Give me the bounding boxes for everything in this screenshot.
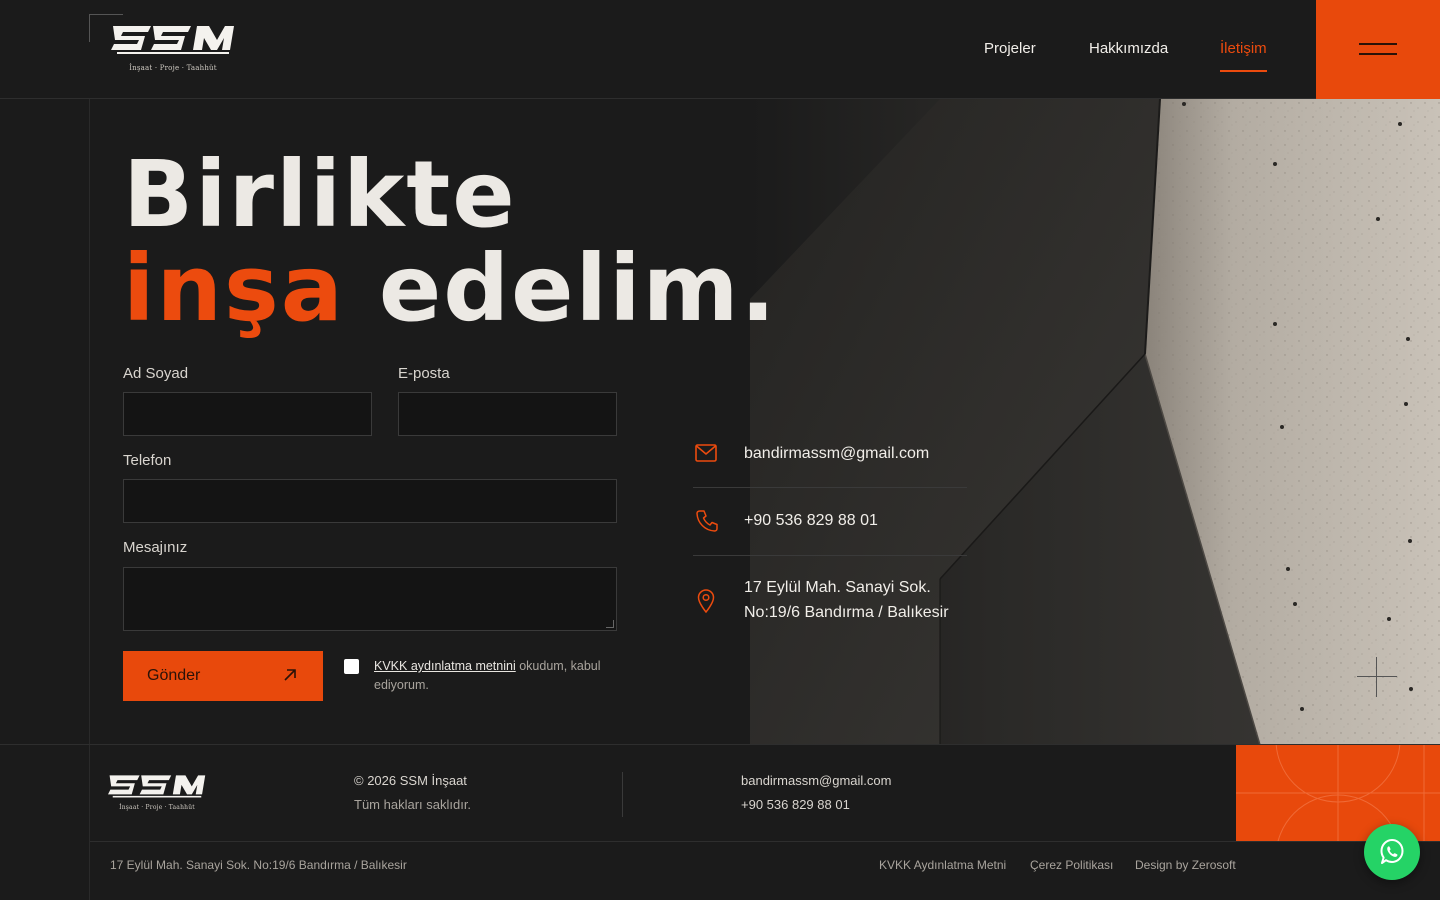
mail-icon <box>695 444 717 462</box>
footer-rights: Tüm hakları saklıdır. <box>354 797 472 812</box>
footer-copyright: © 2026 SSM İnşaat <box>354 773 467 788</box>
site-logo[interactable]: İnşaat · Proje · Taahhüt <box>111 22 235 76</box>
address-line-2: No:19/6 Bandırma / Balıkesir <box>744 604 949 621</box>
footer-mid-border <box>90 841 1440 842</box>
logo-tagline: İnşaat · Proje · Taahhüt <box>129 64 217 72</box>
contact-page: İnşaat · Proje · Taahhüt Projeler Hakkım… <box>0 0 1440 900</box>
contact-divider <box>693 555 967 556</box>
hero-rest: edelim. <box>344 235 778 342</box>
whatsapp-button[interactable] <box>1364 824 1420 880</box>
contact-phone[interactable]: +90 536 829 88 01 <box>744 508 878 533</box>
kvkk-link[interactable]: KVKK aydınlatma metnini <box>374 659 516 673</box>
nav-projeler[interactable]: Projeler <box>984 40 1036 60</box>
phone-label: Telefon <box>123 452 172 469</box>
contact-address: 17 Eylül Mah. Sanayi Sok. No:19/6 Bandır… <box>744 575 949 625</box>
consent-text: KVKK aydınlatma metnini okudum, kabul ed… <box>374 657 624 695</box>
plus-decoration-h <box>1357 676 1397 677</box>
name-input[interactable] <box>123 392 372 436</box>
message-label: Mesajınız <box>123 539 188 556</box>
left-guide-line <box>89 99 90 900</box>
contact-divider <box>693 487 967 488</box>
location-pin-icon <box>697 589 715 613</box>
email-input[interactable] <box>398 392 617 436</box>
resize-handle-icon[interactable] <box>606 620 614 628</box>
ssm-logo-mark <box>108 775 206 798</box>
footer-divider <box>622 772 623 817</box>
footer-phone[interactable]: +90 536 829 88 01 <box>741 797 850 812</box>
concrete-wall-image <box>750 99 1440 745</box>
email-label: E-posta <box>398 365 450 382</box>
footer-link-designer[interactable]: Design by Zerosoft <box>1135 858 1236 872</box>
nav-hakkimizda[interactable]: Hakkımızda <box>1089 40 1168 60</box>
menu-button[interactable] <box>1316 0 1440 99</box>
whatsapp-icon <box>1380 839 1404 864</box>
nav-active-indicator <box>1220 70 1267 72</box>
ssm-logo-mark <box>111 26 234 54</box>
hero-line-1: Birlikte <box>123 141 517 248</box>
arrow-up-right-icon <box>284 669 296 681</box>
footer-address: 17 Eylül Mah. Sanayi Sok. No:19/6 Bandır… <box>110 858 407 872</box>
phone-input[interactable] <box>123 479 617 523</box>
hero-line-2: inşa edelim. <box>123 242 777 336</box>
address-line-1: 17 Eylül Mah. Sanayi Sok. <box>744 579 931 596</box>
message-textarea[interactable] <box>123 567 617 631</box>
hero-heading: Birlikte inşa edelim. <box>123 148 777 336</box>
contact-email[interactable]: bandirmassm@gmail.com <box>744 441 929 466</box>
phone-icon <box>696 510 718 532</box>
footer-top-border <box>0 744 1440 745</box>
nav-iletisim[interactable]: İletişim <box>1220 40 1267 60</box>
submit-label: Gönder <box>147 667 201 684</box>
consent-checkbox[interactable] <box>344 659 359 674</box>
hero-accent-word: inşa <box>123 235 345 342</box>
hamburger-icon-line <box>1359 53 1397 55</box>
hamburger-icon <box>1359 43 1397 45</box>
name-label: Ad Soyad <box>123 365 189 382</box>
footer-logo-tagline: İnşaat · Proje · Taahhüt <box>119 804 195 811</box>
footer-link-kvkk[interactable]: KVKK Aydınlatma Metni <box>879 858 1006 872</box>
footer-email[interactable]: bandirmassm@gmail.com <box>741 773 891 788</box>
plus-decoration <box>1357 657 1397 697</box>
plus-decoration-v <box>1376 657 1377 697</box>
footer-logo[interactable]: İnşaat · Proje · Taahhüt <box>108 772 206 816</box>
footer-link-cookies[interactable]: Çerez Politikası <box>1030 858 1113 872</box>
